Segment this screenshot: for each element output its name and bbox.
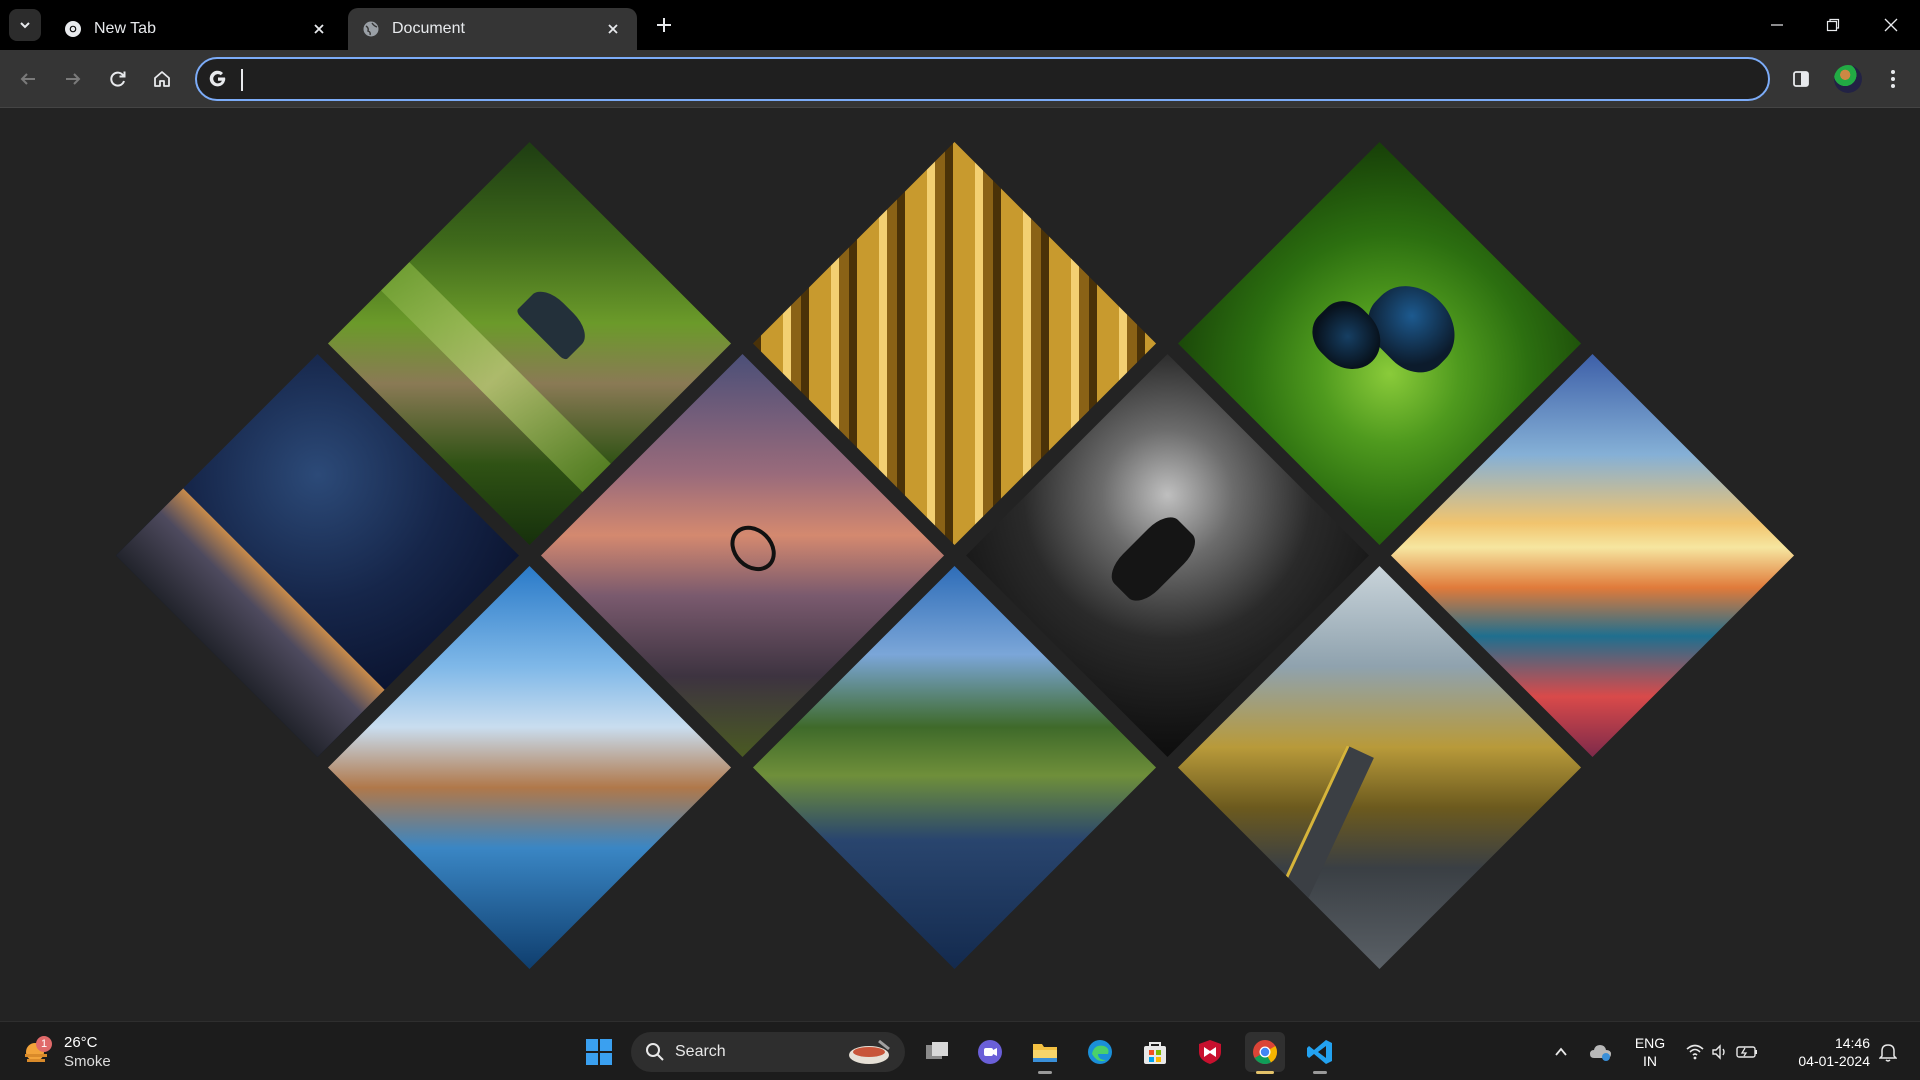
menu-button[interactable] bbox=[1878, 64, 1908, 94]
active-indicator bbox=[1256, 1071, 1274, 1074]
clock-time: 14:46 bbox=[1834, 1035, 1870, 1051]
chrome-icon bbox=[1253, 1040, 1277, 1065]
address-bar[interactable] bbox=[195, 57, 1770, 101]
close-window-button[interactable] bbox=[1877, 12, 1905, 38]
show-hidden-icons-button[interactable] bbox=[1545, 1032, 1577, 1072]
mcafee-button[interactable] bbox=[1190, 1032, 1230, 1072]
back-button[interactable] bbox=[13, 64, 43, 94]
windows-icon bbox=[586, 1039, 612, 1065]
globe-icon bbox=[363, 21, 379, 37]
forward-button[interactable] bbox=[58, 64, 88, 94]
search-label: Search bbox=[675, 1043, 726, 1060]
quick-settings-button[interactable] bbox=[1683, 1032, 1763, 1072]
page-content bbox=[0, 109, 1920, 1021]
task-view-button[interactable] bbox=[917, 1032, 957, 1072]
task-view-icon bbox=[926, 1042, 948, 1059]
search-icon bbox=[646, 1043, 664, 1061]
edge-icon bbox=[1088, 1040, 1112, 1064]
teams-button[interactable] bbox=[970, 1032, 1010, 1072]
wifi-volume-battery-icon bbox=[1686, 1044, 1757, 1060]
file-explorer-button[interactable] bbox=[1025, 1032, 1065, 1074]
windows-taskbar: 1 26°C Smoke Search ENG IN 14:46 04-01-2… bbox=[0, 1021, 1920, 1080]
tab-title: Document bbox=[392, 20, 465, 37]
chevron-up-icon bbox=[1555, 1047, 1567, 1056]
restore-icon bbox=[1826, 18, 1840, 32]
plus-icon bbox=[657, 18, 671, 32]
teams-icon bbox=[978, 1040, 1002, 1064]
chevron-down-icon bbox=[20, 22, 30, 29]
close-icon[interactable] bbox=[309, 19, 329, 39]
edge-button[interactable] bbox=[1080, 1032, 1120, 1072]
tab-document[interactable]: Document bbox=[348, 8, 637, 50]
address-input[interactable] bbox=[239, 65, 1739, 93]
running-indicator bbox=[1313, 1071, 1327, 1074]
search-highlight-icon bbox=[849, 1039, 890, 1064]
restore-button[interactable] bbox=[1819, 12, 1847, 38]
tab-title: New Tab bbox=[94, 20, 156, 37]
bell-icon bbox=[1879, 1044, 1897, 1062]
start-button[interactable] bbox=[579, 1032, 619, 1072]
weather-temperature: 26°C bbox=[64, 1034, 98, 1051]
chrome-icon bbox=[65, 21, 81, 37]
onedrive-button[interactable] bbox=[1585, 1032, 1617, 1072]
reload-icon bbox=[110, 71, 126, 87]
language-code: ENG bbox=[1634, 1035, 1666, 1051]
notifications-button[interactable] bbox=[1872, 1032, 1904, 1072]
side-panel-icon bbox=[1793, 71, 1809, 87]
arrow-left-icon bbox=[20, 73, 35, 85]
arrow-right-icon bbox=[66, 73, 81, 85]
store-icon bbox=[1144, 1042, 1166, 1064]
google-icon bbox=[209, 70, 226, 87]
home-icon bbox=[154, 71, 170, 87]
tab-strip: New Tab Document bbox=[0, 0, 1920, 50]
text-cursor bbox=[241, 69, 243, 91]
weather-widget[interactable]: 1 26°C Smoke bbox=[22, 1032, 142, 1072]
region-code: IN bbox=[1643, 1053, 1657, 1069]
reload-button[interactable] bbox=[103, 64, 133, 94]
taskbar-search[interactable]: Search bbox=[631, 1032, 905, 1072]
cloud-icon bbox=[1590, 1045, 1611, 1061]
minimize-icon bbox=[1771, 24, 1783, 26]
weather-condition: Smoke bbox=[64, 1053, 111, 1070]
vscode-button[interactable] bbox=[1300, 1032, 1340, 1074]
store-button[interactable] bbox=[1135, 1032, 1175, 1072]
file-explorer-icon bbox=[1033, 1044, 1057, 1062]
close-icon bbox=[1884, 18, 1898, 32]
new-tab-button[interactable] bbox=[652, 13, 676, 37]
home-button[interactable] bbox=[147, 64, 177, 94]
minimize-button[interactable] bbox=[1763, 12, 1791, 38]
language-indicator[interactable]: ENG IN bbox=[1630, 1034, 1670, 1070]
profile-avatar[interactable] bbox=[1834, 65, 1862, 93]
browser-toolbar bbox=[0, 50, 1920, 108]
vscode-icon bbox=[1307, 1040, 1332, 1064]
tab-search-button[interactable] bbox=[9, 9, 41, 41]
running-indicator bbox=[1038, 1071, 1052, 1074]
more-vert-icon bbox=[1891, 70, 1895, 88]
chrome-button[interactable] bbox=[1245, 1032, 1285, 1074]
notification-badge: 1 bbox=[36, 1036, 52, 1052]
clock[interactable]: 14:46 04-01-2024 bbox=[1778, 1034, 1870, 1070]
side-panel-button[interactable] bbox=[1786, 64, 1816, 94]
clock-date: 04-01-2024 bbox=[1798, 1053, 1870, 1069]
mcafee-icon bbox=[1199, 1040, 1221, 1064]
close-icon[interactable] bbox=[603, 19, 623, 39]
tab-new-tab[interactable]: New Tab bbox=[50, 8, 343, 50]
